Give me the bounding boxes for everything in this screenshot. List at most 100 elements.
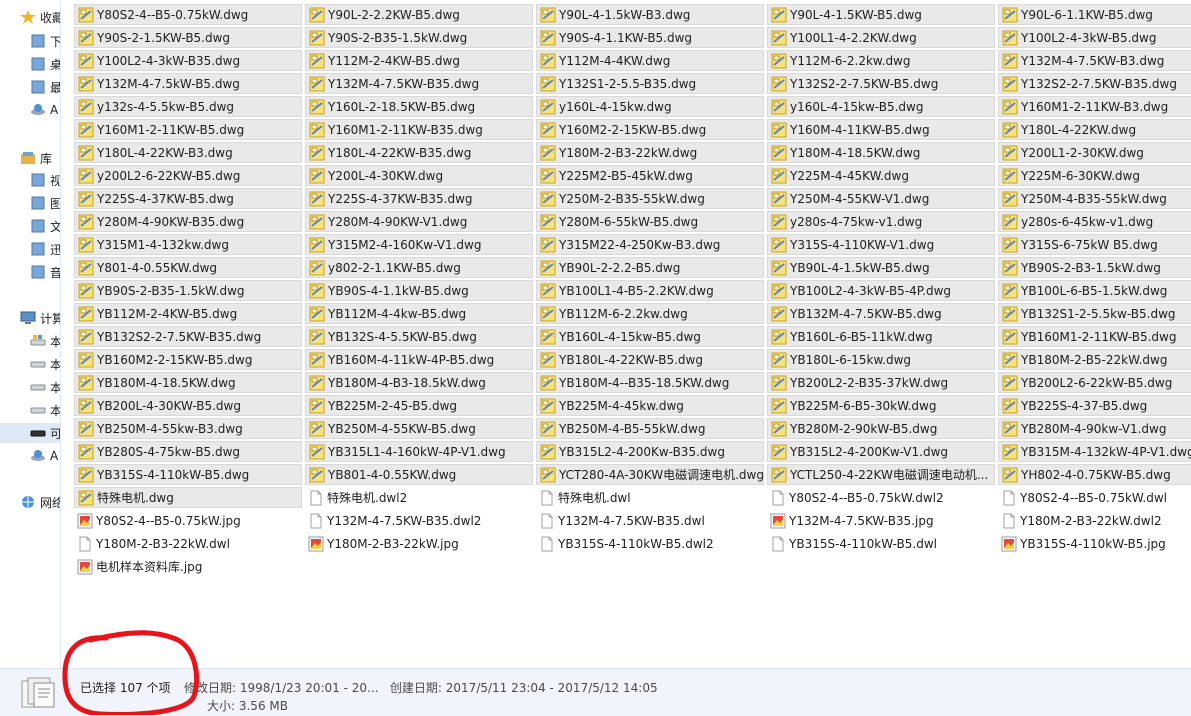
file-item[interactable]: Y200L1-2-30KW.dwg — [998, 142, 1191, 163]
nav-item-13[interactable]: 本地磁盘 — [0, 331, 60, 351]
file-item[interactable]: YB225M-6-B5-30kW.dwg — [767, 395, 995, 416]
file-item[interactable]: YB160L-4-15kw-B5.dwg — [536, 326, 764, 347]
file-item[interactable]: Y80S2-4--B5-0.75kW.jpg — [74, 510, 302, 531]
file-item[interactable]: Y225M-4-45KW.dwg — [767, 165, 995, 186]
file-item[interactable]: Y180M-2-B3-22kW.dwl2 — [998, 510, 1191, 531]
file-item[interactable]: Y132M-4-7.5KW-B35.dwl2 — [305, 510, 533, 531]
nav-item-17[interactable]: 可移动磁盘 — [0, 423, 60, 443]
file-item[interactable]: Y160M2-2-15KW-B5.dwg — [536, 119, 764, 140]
nav-item-10[interactable]: 迅雷下载 — [0, 239, 60, 259]
nav-item-8[interactable]: 图片 — [0, 193, 60, 213]
file-item[interactable]: Y801-4-0.55KW.dwg — [74, 257, 302, 278]
file-item[interactable]: y280s-6-45kw-v1.dwg — [998, 211, 1191, 232]
file-item[interactable]: Y180L-4-22KW-B3.dwg — [74, 142, 302, 163]
file-item[interactable]: YB132S-4-5.5KW-B5.dwg — [305, 326, 533, 347]
file-item[interactable]: 特殊电机.dwl2 — [305, 487, 533, 508]
file-list[interactable]: Y80S2-4--B5-0.75kW.dwg Y90L-2-2.2KW-B5.dw… — [74, 4, 1191, 668]
file-item[interactable]: YB132S2-2-7.5KW-B35.dwg — [74, 326, 302, 347]
file-item[interactable]: YB180L-6-15kw.dwg — [767, 349, 995, 370]
file-item[interactable]: YB112M-2-4KW-B5.dwg — [74, 303, 302, 324]
file-item[interactable]: Y225M2-B5-45kW.dwg — [536, 165, 764, 186]
file-item[interactable]: YB90L-2-2.2-B5.dwg — [536, 257, 764, 278]
file-item[interactable]: Y280M-4-90KW-B35.dwg — [74, 211, 302, 232]
file-item[interactable]: YB280S-4-75kw-B5.dwg — [74, 441, 302, 462]
nav-item-6[interactable]: 库 — [0, 148, 60, 168]
navigation-pane[interactable]: 收藏夹下载桌面最近访问的位置A库视频图片文档迅雷下载音乐计算机本地磁盘本地磁盘本… — [0, 0, 61, 668]
file-item[interactable]: YB132S1-2-5.5kw-B5.dwg — [998, 303, 1191, 324]
file-item[interactable]: Y90L-6-1.1KW-B5.dwg — [998, 4, 1191, 25]
file-item[interactable]: YB180M-2-B5-22kW.dwg — [998, 349, 1191, 370]
file-item[interactable]: Y112M-2-4KW-B5.dwg — [305, 50, 533, 71]
file-item[interactable]: YB200L2-2-B35-37kW.dwg — [767, 372, 995, 393]
nav-item-14[interactable]: 本地磁盘 — [0, 354, 60, 374]
file-item[interactable]: Y180L-4-22KW-B35.dwg — [305, 142, 533, 163]
file-item[interactable]: YB180M-4-B3-18.5kW.dwg — [305, 372, 533, 393]
file-item[interactable]: Y90L-2-2.2KW-B5.dwg — [305, 4, 533, 25]
file-item[interactable]: Y280M-4-90KW-V1.dwg — [305, 211, 533, 232]
file-item[interactable]: Y315M1-4-132kw.dwg — [74, 234, 302, 255]
file-item[interactable]: YB250M-4-55kw-B3.dwg — [74, 418, 302, 439]
file-item[interactable]: Y132S2-2-7.5KW-B5.dwg — [767, 73, 995, 94]
file-item[interactable]: YB180M-4-18.5KW.dwg — [74, 372, 302, 393]
file-item[interactable]: Y315S-6-75kW B5.dwg — [998, 234, 1191, 255]
nav-item-11[interactable]: 音乐 — [0, 262, 60, 282]
file-item[interactable]: YCTL250-4-22KW电磁调速电动机... — [767, 464, 995, 485]
file-item[interactable]: Y80S2-4--B5-0.75kW.dwl2 — [767, 487, 995, 508]
file-item[interactable]: Y132S1-2-5.5-B35.dwg — [536, 73, 764, 94]
file-item[interactable]: YB90S-2-B3-1.5kW.dwg — [998, 257, 1191, 278]
file-item[interactable]: Y160M1-2-11KW-B5.dwg — [74, 119, 302, 140]
file-item[interactable]: Y100L2-4-3kW-B5.dwg — [998, 27, 1191, 48]
file-item[interactable]: Y80S2-4--B5-0.75kW.dwl — [998, 487, 1191, 508]
file-item[interactable]: Y250M-4-B35-55kW.dwg — [998, 188, 1191, 209]
file-item[interactable]: Y80S2-4--B5-0.75kW.dwg — [74, 4, 302, 25]
file-item[interactable]: Y90S-4-1.1KW-B5.dwg — [536, 27, 764, 48]
file-item[interactable]: Y160M1-2-11KW-B35.dwg — [305, 119, 533, 140]
nav-item-16[interactable]: 本地磁盘 — [0, 400, 60, 420]
file-item[interactable]: YB100L1-4-B5-2.2KW.dwg — [536, 280, 764, 301]
file-item[interactable]: y802-2-1.1KW-B5.dwg — [305, 257, 533, 278]
nav-item-19[interactable]: 网络 — [0, 492, 60, 512]
file-item[interactable]: Y180M-4-18.5KW.dwg — [767, 142, 995, 163]
file-item[interactable]: YB315L1-4-160kW-4P-V1.dwg — [305, 441, 533, 462]
file-item[interactable]: y160L-4-15kw-B5.dwg — [767, 96, 995, 117]
file-item[interactable]: YB90S-2-B35-1.5kW.dwg — [74, 280, 302, 301]
file-item[interactable]: YB280M-2-90kW-B5.dwg — [767, 418, 995, 439]
file-item[interactable]: Y225M-6-30KW.dwg — [998, 165, 1191, 186]
file-item[interactable]: Y200L-4-30KW.dwg — [305, 165, 533, 186]
file-item[interactable]: YCT280-4A-30KW电磁调速电机.dwg — [536, 464, 764, 485]
file-item[interactable]: YB160M-4-11kW-4P-B5.dwg — [305, 349, 533, 370]
file-item[interactable]: YB250M-4-B5-55kW.dwg — [536, 418, 764, 439]
file-item[interactable]: YB132M-4-7.5KW-B5.dwg — [767, 303, 995, 324]
file-item[interactable]: 特殊电机.dwl — [536, 487, 764, 508]
file-item[interactable]: Y160L-2-18.5KW-B5.dwg — [305, 96, 533, 117]
file-item[interactable]: YB315L2-4-200Kw-B35.dwg — [536, 441, 764, 462]
nav-item-3[interactable]: 桌面 — [0, 54, 60, 74]
file-item[interactable]: YB160M2-2-15KW-B5.dwg — [74, 349, 302, 370]
file-item[interactable]: YB90S-4-1.1kW-B5.dwg — [305, 280, 533, 301]
file-item[interactable]: y132s-4-5.5kw-B5.dwg — [74, 96, 302, 117]
file-item[interactable]: Y132M-4-7.5KW-B35.jpg — [767, 510, 995, 531]
file-item[interactable]: YB200L2-6-22kW-B5.dwg — [998, 372, 1191, 393]
file-item[interactable]: YB250M-4-55KW-B5.dwg — [305, 418, 533, 439]
file-item[interactable]: YB280M-4-90kw-V1.dwg — [998, 418, 1191, 439]
nav-item-12[interactable]: 计算机 — [0, 308, 60, 328]
file-item[interactable]: 电机样本资料库.jpg — [74, 556, 302, 577]
file-item[interactable]: YB225M-2-45-B5.dwg — [305, 395, 533, 416]
file-item[interactable]: Y132M-4-7.5KW-B35.dwg — [305, 73, 533, 94]
file-item[interactable]: Y100L2-4-3kW-B35.dwg — [74, 50, 302, 71]
file-item[interactable]: Y90S-2-B35-1.5kW.dwg — [305, 27, 533, 48]
file-item[interactable]: YB100L-6-B5-1.5kW.dwg — [998, 280, 1191, 301]
nav-item-15[interactable]: 本地磁盘 — [0, 377, 60, 397]
file-item[interactable]: Y225S-4-37KW-B5.dwg — [74, 188, 302, 209]
file-item[interactable]: Y100L1-4-2.2KW.dwg — [767, 27, 995, 48]
file-item[interactable]: Y180M-2-B3-22kW.dwl — [74, 533, 302, 554]
file-item[interactable]: YB801-4-0.55KW.dwg — [305, 464, 533, 485]
file-item[interactable]: YH802-4-0.75KW-B5.dwg — [998, 464, 1191, 485]
file-item[interactable]: 特殊电机.dwg — [74, 487, 302, 508]
file-item[interactable]: YB160L-6-B5-11kW.dwg — [767, 326, 995, 347]
file-item[interactable]: YB315M-4-132kW-4P-V1.dwg — [998, 441, 1191, 462]
file-item[interactable]: Y315M22-4-250Kw-B3.dwg — [536, 234, 764, 255]
nav-item-9[interactable]: 文档 — [0, 216, 60, 236]
file-item[interactable]: YB315S-4-110kW-B5.dwg — [74, 464, 302, 485]
file-item[interactable]: YB90L-4-1.5kW-B5.dwg — [767, 257, 995, 278]
